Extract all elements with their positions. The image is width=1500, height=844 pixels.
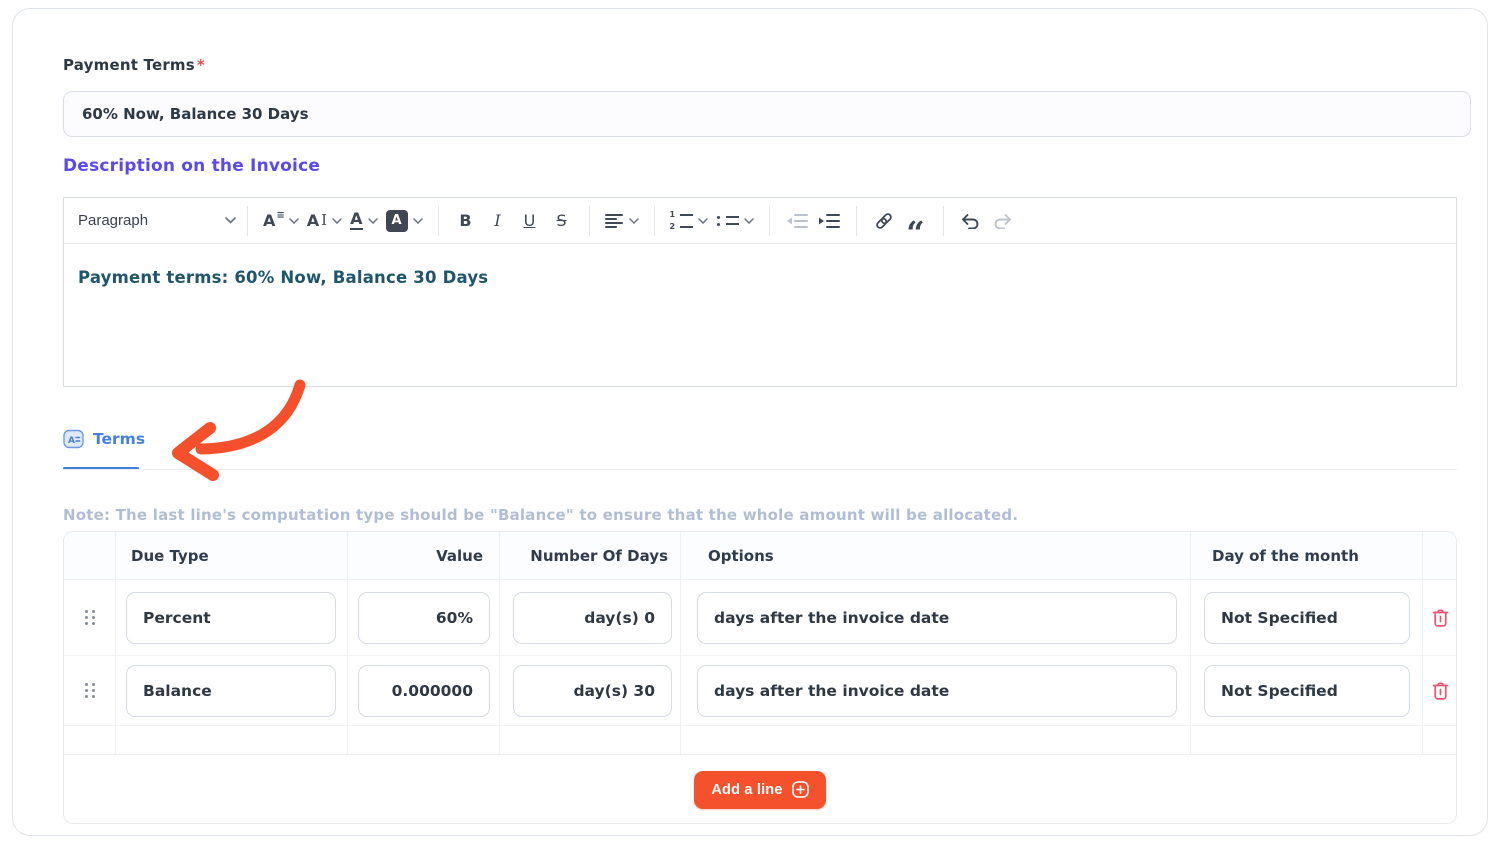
toolbar-separator <box>247 206 248 236</box>
svg-text:A: A <box>68 436 75 446</box>
invoice-description-editor: Paragraph A≡ AI A A B I U <box>63 197 1457 387</box>
outdent-button[interactable] <box>784 205 810 237</box>
toolbar-separator <box>769 206 770 236</box>
ordered-list-button[interactable]: 1 2 <box>670 211 708 231</box>
empty-row <box>64 725 1456 754</box>
due-type-select[interactable]: Balance <box>126 665 336 717</box>
delete-row-icon[interactable] <box>1432 681 1449 700</box>
payment-terms-label-text: Payment Terms <box>63 56 195 74</box>
italic-icon: I <box>494 213 500 229</box>
add-a-line-label: Add a line <box>711 782 782 798</box>
paragraph-style-label: Paragraph <box>78 212 148 229</box>
number-of-days-input[interactable]: day(s) 0 <box>513 592 672 644</box>
handle-column-header <box>64 532 116 579</box>
toolbar-separator <box>943 206 944 236</box>
link-icon <box>873 210 895 232</box>
underline-icon: U <box>524 213 536 229</box>
strikethrough-button[interactable]: S <box>549 205 575 237</box>
number-of-days-header: Number Of Days <box>500 532 681 579</box>
strikethrough-icon: S <box>556 213 566 229</box>
tab-terms[interactable]: A Terms <box>63 429 145 449</box>
options-select[interactable]: days after the invoice date <box>697 592 1177 644</box>
underline-button[interactable]: U <box>517 205 543 237</box>
drag-handle-icon[interactable] <box>85 610 95 625</box>
highlight-color-button[interactable]: A <box>386 210 423 232</box>
table-header-row: Due Type Value Number Of Days Options Da… <box>64 532 1456 580</box>
terms-table: Due Type Value Number Of Days Options Da… <box>63 531 1457 824</box>
tab-bar-divider <box>63 469 1457 470</box>
payment-terms-label: Payment Terms* <box>63 56 205 74</box>
toolbar-separator <box>654 206 655 236</box>
font-size-icon: A <box>307 213 319 229</box>
terms-tab-icon: A <box>63 429 84 449</box>
chevron-down-icon <box>413 218 423 224</box>
description-heading: Description on the Invoice <box>63 156 320 176</box>
table-row: Percent 60% day(s) 0 days after the invo… <box>64 580 1456 655</box>
blockquote-button[interactable]: “ <box>903 205 929 237</box>
tab-terms-label: Terms <box>93 430 145 448</box>
annotation-arrow-icon <box>161 371 326 491</box>
text-color-icon: A <box>350 211 362 230</box>
undo-icon <box>960 213 981 229</box>
chevron-down-icon <box>289 218 299 224</box>
editor-content-area[interactable]: Payment terms: 60% Now, Balance 30 Days <box>64 244 1456 311</box>
due-type-select[interactable]: Percent <box>126 592 336 644</box>
text-color-button[interactable]: A <box>350 211 377 230</box>
options-header: Options <box>681 532 1191 579</box>
toolbar-separator <box>438 206 439 236</box>
font-size-ibeam-icon: I <box>321 213 327 228</box>
bullet-list-button[interactable] <box>716 216 754 226</box>
font-family-button[interactable]: A≡ <box>263 213 299 229</box>
chevron-down-icon <box>698 218 708 224</box>
chevron-down-icon <box>225 217 236 224</box>
text-align-button[interactable] <box>605 214 639 228</box>
settings-card: Payment Terms* Description on the Invoic… <box>12 8 1488 836</box>
payment-terms-input[interactable] <box>63 91 1471 137</box>
table-footer: Add a line <box>64 754 1456 824</box>
day-of-month-select[interactable]: Not Specified <box>1204 592 1410 644</box>
chevron-down-icon <box>368 218 378 224</box>
value-header: Value <box>348 532 500 579</box>
redo-button[interactable] <box>990 205 1016 237</box>
redo-icon <box>992 213 1013 229</box>
font-family-lines-icon: ≡ <box>276 210 284 221</box>
align-left-icon <box>605 214 624 228</box>
day-of-month-header: Day of the month <box>1191 532 1423 579</box>
day-of-month-select[interactable]: Not Specified <box>1204 665 1410 717</box>
indent-icon <box>818 214 840 228</box>
bullet-list-icon <box>716 216 739 226</box>
delete-row-icon[interactable] <box>1432 608 1449 627</box>
options-select[interactable]: days after the invoice date <box>697 665 1177 717</box>
insert-link-button[interactable] <box>871 205 897 237</box>
italic-button[interactable]: I <box>485 205 511 237</box>
font-family-icon: A <box>263 213 275 229</box>
indent-button[interactable] <box>816 205 842 237</box>
toolbar-separator <box>589 206 590 236</box>
toolbar-separator <box>856 206 857 236</box>
bold-icon: B <box>459 213 471 229</box>
required-marker: * <box>197 56 205 74</box>
plus-icon <box>792 781 809 798</box>
add-a-line-button[interactable]: Add a line <box>694 771 825 809</box>
highlight-color-icon: A <box>386 210 408 232</box>
delete-column-header <box>1423 532 1457 579</box>
number-of-days-input[interactable]: day(s) 30 <box>513 665 672 717</box>
undo-button[interactable] <box>958 205 984 237</box>
bold-button[interactable]: B <box>453 205 479 237</box>
table-row: Balance 0.000000 day(s) 30 days after th… <box>64 655 1456 725</box>
value-input[interactable]: 60% <box>358 592 490 644</box>
chevron-down-icon <box>332 218 342 224</box>
paragraph-style-select[interactable]: Paragraph <box>78 212 236 229</box>
editor-content-text: Payment terms: 60% Now, Balance 30 Days <box>78 268 1442 287</box>
chevron-down-icon <box>744 218 754 224</box>
editor-toolbar: Paragraph A≡ AI A A B I U <box>64 198 1456 244</box>
table-note: Note: The last line's computation type s… <box>63 506 1018 524</box>
drag-handle-icon[interactable] <box>85 683 95 698</box>
value-input[interactable]: 0.000000 <box>358 665 490 717</box>
font-size-button[interactable]: AI <box>307 213 342 229</box>
due-type-header: Due Type <box>116 532 348 579</box>
chevron-down-icon <box>629 218 639 224</box>
outdent-icon <box>786 214 808 228</box>
ordered-list-icon: 1 2 <box>670 211 693 231</box>
